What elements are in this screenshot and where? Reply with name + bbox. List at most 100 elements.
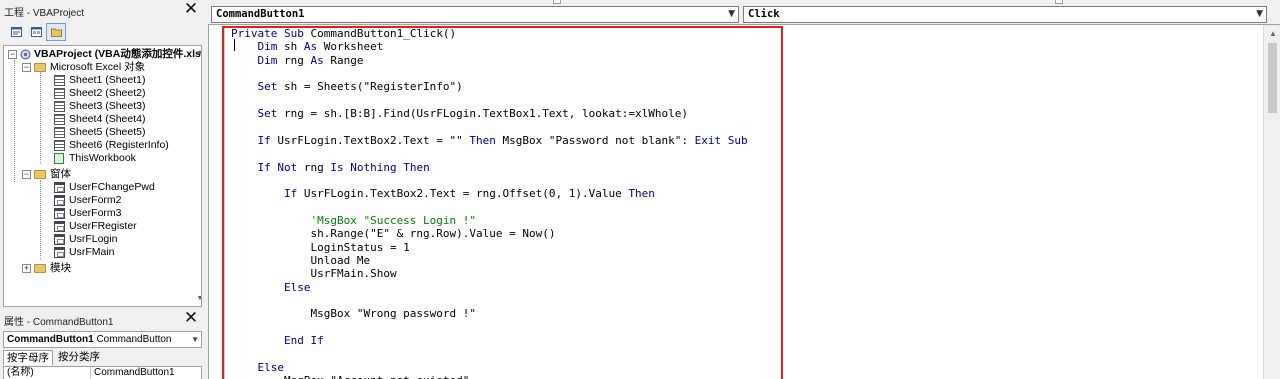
code-line[interactable]: Set sh = Sheets("RegisterInfo") bbox=[231, 80, 463, 94]
procedure-combo[interactable]: Click ▼ bbox=[743, 6, 1267, 23]
code-text: rng bbox=[283, 53, 311, 67]
project-node[interactable]: − VBAProject (VBA动態添加控件.xlsm) bbox=[8, 48, 201, 61]
scroll-up-icon[interactable]: ▲ bbox=[1268, 29, 1278, 39]
object-name: CommandButton1 bbox=[7, 334, 94, 345]
modules-folder[interactable]: + 模块 bbox=[22, 262, 198, 275]
code-line[interactable]: sh.Range("E" & rng.Row).Value = Now() bbox=[231, 227, 556, 241]
collapse-icon[interactable]: − bbox=[22, 170, 31, 179]
folder-label: 窗体 bbox=[50, 168, 71, 180]
code-line[interactable]: LoginStatus = 1 bbox=[231, 241, 409, 254]
tab-categorized[interactable]: 按分类序 bbox=[55, 350, 103, 364]
view-code-icon bbox=[11, 27, 22, 37]
code-keyword: As bbox=[303, 40, 324, 54]
code-text: rng = sh.[B:B].Find(UsrFLogin.TextBox1.T… bbox=[283, 107, 688, 121]
code-line[interactable]: If UsrFLogin.TextBox2.Text = "" Then Msg… bbox=[231, 133, 748, 147]
tree-item-label: UsrFLogin bbox=[69, 233, 118, 245]
code-line[interactable]: 'MsgBox "Success Login !" bbox=[231, 214, 476, 227]
code-window: Private Sub CommandButton1_Click() Dim s… bbox=[208, 24, 1280, 379]
code-line[interactable]: If UsrFLogin.TextBox2.Text = rng.Offset(… bbox=[231, 187, 655, 200]
properties-pane: 属性 - CommandButton1 ✕ CommandButton1 Com… bbox=[0, 309, 205, 379]
tree-item-label: UserForm3 bbox=[69, 207, 122, 219]
properties-tabs: 按字母序 按分类序 bbox=[3, 349, 202, 365]
collapse-icon[interactable]: − bbox=[8, 50, 17, 59]
code-line[interactable]: Dim sh As Worksheet bbox=[231, 40, 383, 53]
code-line[interactable]: MsgBox "Wrong password !" bbox=[231, 307, 476, 320]
code-margin[interactable] bbox=[209, 25, 225, 379]
properties-titlebar: 属性 - CommandButton1 ✕ bbox=[0, 309, 205, 329]
property-name: (名称) bbox=[7, 367, 34, 378]
code-text: MsgBox "Account not existed" bbox=[231, 374, 469, 379]
code-line[interactable]: UsrFMain.Show bbox=[231, 267, 396, 280]
view-object-icon bbox=[31, 27, 42, 37]
tree-item-label: Sheet6 (RegisterInfo) bbox=[69, 139, 169, 151]
code-keyword: Set bbox=[231, 80, 284, 94]
view-code-button[interactable] bbox=[6, 23, 26, 41]
view-object-button[interactable] bbox=[26, 23, 46, 41]
code-text: UsrFLogin.TextBox2.Text = rng.Offset(0, … bbox=[303, 187, 629, 201]
collapse-icon[interactable]: − bbox=[22, 63, 31, 72]
code-text: sh bbox=[283, 40, 304, 54]
object-combo[interactable]: CommandButton1 ▼ bbox=[211, 6, 739, 23]
code-keyword: End If bbox=[231, 334, 324, 348]
code-line[interactable]: Dim rng As Range bbox=[231, 54, 363, 67]
userform-icon bbox=[54, 182, 65, 193]
code-line[interactable]: Else bbox=[231, 281, 311, 294]
userform-icon bbox=[54, 208, 65, 219]
code-editor[interactable]: Private Sub CommandButton1_Click() Dim s… bbox=[225, 25, 1263, 379]
code-vertical-scrollbar[interactable]: ▲ bbox=[1263, 25, 1280, 379]
tree-item-label: UserForm2 bbox=[69, 194, 122, 206]
code-text: Range bbox=[330, 53, 364, 67]
code-keyword: Is Nothing Then bbox=[330, 160, 430, 174]
worksheet-icon bbox=[54, 140, 65, 151]
tree-item-label: UsrFMain bbox=[69, 246, 115, 258]
code-keyword: As bbox=[310, 53, 331, 67]
code-line[interactable]: MsgBox "Account not existed" bbox=[231, 374, 469, 379]
worksheet-icon bbox=[54, 101, 65, 112]
code-comment: 'MsgBox "Success Login !" bbox=[231, 213, 477, 227]
code-text: sh.Range("E" & rng.Row).Value = Now() bbox=[231, 227, 556, 241]
forms-folder[interactable]: − 窗体 bbox=[22, 168, 198, 181]
userform-icon bbox=[54, 221, 65, 232]
properties-grid: (名称) CommandButton1 bbox=[3, 366, 202, 379]
code-line[interactable]: End If bbox=[231, 334, 324, 347]
project-tree: − VBAProject (VBA动態添加控件.xlsm) − Microsof… bbox=[3, 45, 202, 307]
object-combo-value: CommandButton1 bbox=[216, 8, 305, 20]
code-keyword: Set bbox=[231, 107, 284, 121]
left-dock: 工程 - VBAProject ✕ − VBAProject (VBA动態添加控… bbox=[0, 0, 205, 379]
worksheet-icon bbox=[54, 88, 65, 99]
code-keyword: Dim bbox=[231, 53, 284, 67]
toggle-folders-button[interactable] bbox=[46, 23, 66, 41]
code-keyword: Exit Sub bbox=[694, 133, 748, 147]
worksheet-icon bbox=[54, 75, 65, 86]
properties-close-icon[interactable]: ✕ bbox=[183, 309, 199, 326]
tab-alphabetic[interactable]: 按字母序 bbox=[3, 350, 53, 365]
tree-item-label: Sheet4 (Sheet4) bbox=[69, 113, 146, 125]
tree-item-label: ThisWorkbook bbox=[69, 152, 136, 164]
code-window-header: CommandButton1 ▼ Click ▼ bbox=[205, 5, 1280, 24]
expand-icon[interactable]: + bbox=[22, 264, 31, 273]
project-tree-scrollbar[interactable]: ▲ ▼ bbox=[196, 47, 201, 306]
code-text: rng bbox=[303, 160, 331, 174]
scroll-thumb[interactable] bbox=[1268, 43, 1277, 113]
code-line[interactable]: Private Sub CommandButton1_Click() bbox=[231, 27, 456, 40]
worksheet-icon bbox=[54, 127, 65, 138]
chevron-down-icon: ▼ bbox=[191, 335, 199, 344]
code-text: Unload Me bbox=[231, 253, 371, 267]
code-line[interactable]: Else bbox=[231, 361, 284, 374]
tree-item-label: UserFChangePwd bbox=[69, 181, 155, 193]
code-line[interactable]: If Not rng Is Nothing Then bbox=[231, 160, 430, 174]
code-text: MsgBox "Password not blank": bbox=[502, 133, 695, 147]
project-explorer-close-icon[interactable]: ✕ bbox=[183, 0, 199, 17]
userform-icon bbox=[54, 247, 65, 258]
tree-item-label: Sheet2 (Sheet2) bbox=[69, 87, 146, 99]
scroll-up-icon[interactable]: ▲ bbox=[196, 49, 201, 56]
folder-label: 模块 bbox=[50, 262, 71, 274]
code-keyword: Then bbox=[469, 133, 503, 147]
code-line[interactable]: Unload Me bbox=[231, 254, 370, 267]
excel-objects-folder[interactable]: − Microsoft Excel 对象 bbox=[22, 61, 198, 74]
property-value[interactable]: CommandButton1 bbox=[90, 367, 175, 379]
code-text: sh = Sheets("RegisterInfo") bbox=[283, 80, 463, 94]
code-line[interactable]: Set rng = sh.[B:B].Find(UsrFLogin.TextBo… bbox=[231, 107, 688, 121]
object-select[interactable]: CommandButton1 CommandButton ▼ bbox=[3, 331, 202, 348]
scroll-down-icon[interactable]: ▼ bbox=[196, 295, 201, 302]
